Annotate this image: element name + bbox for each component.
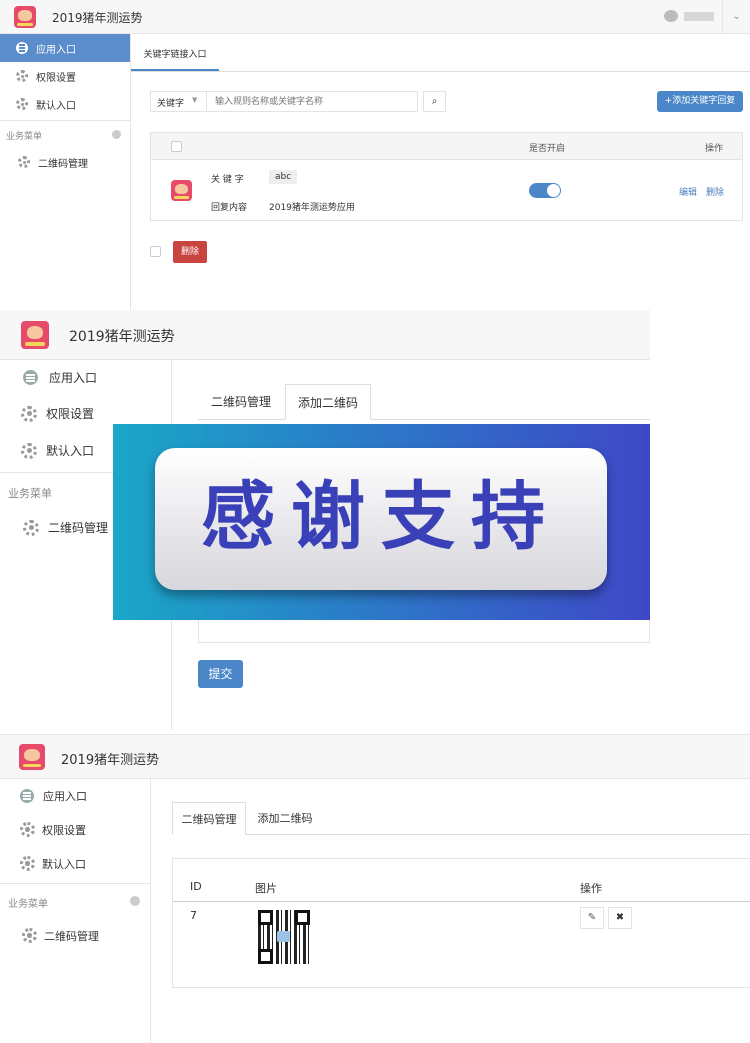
sidebar-item-label: 二维码管理 <box>48 521 109 535</box>
reply-thumbnail <box>171 180 192 201</box>
row-id: 7 <box>190 909 197 922</box>
chat-icon <box>16 42 28 54</box>
delete-link[interactable]: 删除 <box>706 185 724 198</box>
collapse-icon[interactable] <box>112 130 121 139</box>
column-ops: 操作 <box>580 882 602 895</box>
tab-bar: 二维码管理 添加二维码 <box>198 384 650 420</box>
sidebar-item-label: 应用入口 <box>43 789 87 803</box>
panel-qrcode-list: 2019猪年测运势 应用入口 权限设置 默认入口 业务菜单 二维码管理 二维码管… <box>0 734 750 1043</box>
app-header: 2019猪年测运势 <box>0 310 650 360</box>
app-logo <box>21 321 49 349</box>
edit-icon: ✎ <box>587 912 597 923</box>
sidebar-item-qrcode[interactable]: 二维码管理 <box>0 148 130 176</box>
sidebar-item-label: 权限设置 <box>36 72 76 84</box>
app-title: 2019猪年测运势 <box>61 753 160 768</box>
app-title: 2019猪年测运势 <box>69 329 175 345</box>
keyword-value: abc <box>269 170 298 184</box>
sidebar-item-permissions[interactable]: 权限设置 <box>0 62 130 90</box>
column-image: 图片 <box>255 882 277 895</box>
gear-icon <box>18 156 30 168</box>
gear-icon <box>20 856 35 871</box>
sidebar-group-business: 业务菜单 <box>0 120 130 148</box>
gear-icon <box>23 519 39 536</box>
sidebar-item-label: 应用入口 <box>49 371 98 385</box>
column-id: ID <box>190 880 202 893</box>
thanks-banner-text: 感谢支持 <box>201 474 561 560</box>
keyword-table: 是否开启 操作 关 键 字 abc 回复内容 2019猪年测运势应用 编辑 删除 <box>150 132 743 221</box>
sidebar-item-label: 二维码管理 <box>38 158 88 170</box>
sidebar-item-permissions[interactable]: 权限设置 <box>0 813 150 846</box>
thanks-banner: 感谢支持 <box>113 424 650 620</box>
chat-icon <box>20 788 34 803</box>
tab-add-qrcode[interactable]: 添加二维码 <box>285 384 371 420</box>
sidebar-item-default-entry[interactable]: 默认入口 <box>0 847 150 880</box>
sidebar-item-label: 权限设置 <box>42 823 86 837</box>
app-header: 2019猪年测运势 <box>0 734 750 779</box>
sidebar-item-default-entry[interactable]: 默认入口 <box>0 90 130 118</box>
gear-icon <box>16 98 28 110</box>
sidebar-item-app-entry[interactable]: 应用入口 <box>0 779 150 812</box>
sidebar-item-qrcode[interactable]: 二维码管理 <box>0 919 150 952</box>
tab-add-qrcode[interactable]: 添加二维码 <box>248 802 322 835</box>
sidebar-item-label: 应用入口 <box>36 44 76 56</box>
qrcode-table: ID 图片 操作 7 ✎ ✖ <box>172 858 750 988</box>
tab-bar: 关键字链接入口 <box>131 34 750 72</box>
filter-select[interactable]: 关键字 ▼ <box>150 91 207 112</box>
search-input[interactable] <box>207 91 418 112</box>
chevron-down-icon[interactable]: ⌄ <box>722 0 750 34</box>
reply-label: 回复内容 <box>211 203 248 213</box>
user-avatar[interactable] <box>684 12 714 21</box>
app-logo <box>19 744 45 770</box>
sidebar-item-label: 权限设置 <box>46 407 95 421</box>
app-logo <box>14 6 36 28</box>
qrcode-image <box>258 910 310 964</box>
keyword-label: 关 键 字 <box>211 175 244 185</box>
app-title: 2019猪年测运势 <box>52 11 143 25</box>
sidebar-item-label: 默认入口 <box>36 100 76 112</box>
edit-button[interactable]: ✎ <box>580 907 604 929</box>
search-icon: ⌕ <box>431 96 438 107</box>
app-header: 2019猪年测运势 ⌄ <box>0 0 750 34</box>
submit-button[interactable]: 提交 <box>198 660 243 688</box>
chat-icon <box>23 370 38 385</box>
panel-keyword-reply: 2019猪年测运势 ⌄ 应用入口 权限设置 默认入口 业务菜单 二维码管理 关键… <box>0 0 750 310</box>
sidebar-item-label: 二维码管理 <box>44 929 99 943</box>
column-status: 是否开启 <box>529 144 566 154</box>
wechat-icon <box>664 10 678 22</box>
sidebar-item-app-entry[interactable]: 应用入口 <box>0 34 130 62</box>
gear-icon <box>16 70 28 82</box>
sidebar-item-label: 默认入口 <box>42 857 86 871</box>
search-button[interactable]: ⌕ <box>423 91 446 112</box>
gear-icon <box>20 822 35 837</box>
delete-button[interactable]: ✖ <box>608 907 632 929</box>
add-keyword-reply-button[interactable]: +添加关键字回复 <box>657 91 743 112</box>
column-ops: 操作 <box>705 144 724 154</box>
toggle-knob <box>547 184 560 197</box>
tab-bar: 二维码管理 添加二维码 <box>172 802 750 835</box>
caret-down-icon: ▼ <box>192 96 198 104</box>
bulk-select-checkbox[interactable] <box>150 246 161 257</box>
tab-qrcode-manage[interactable]: 二维码管理 <box>172 802 246 835</box>
enabled-toggle[interactable] <box>529 183 561 198</box>
gear-icon <box>22 928 37 943</box>
collapse-icon[interactable] <box>130 896 140 906</box>
close-icon: ✖ <box>615 912 625 923</box>
sidebar-item-app-entry[interactable]: 应用入口 <box>0 360 171 395</box>
gear-icon <box>21 442 37 459</box>
sidebar: 应用入口 权限设置 默认入口 业务菜单 二维码管理 <box>0 779 151 1043</box>
tab-qrcode-manage[interactable]: 二维码管理 <box>198 384 284 420</box>
sidebar-item-label: 默认入口 <box>46 444 95 458</box>
gear-icon <box>21 405 37 422</box>
reply-value: 2019猪年测运势应用 <box>269 203 355 213</box>
sidebar-group-business: 业务菜单 <box>0 883 150 916</box>
sidebar: 应用入口 权限设置 默认入口 业务菜单 二维码管理 <box>0 34 131 310</box>
bulk-delete-button[interactable]: 删除 <box>173 241 207 263</box>
select-all-checkbox[interactable] <box>171 141 182 152</box>
panel-add-qrcode: 2019猪年测运势 应用入口 权限设置 默认入口 业务菜单 二维码管理 二维码管… <box>0 310 650 730</box>
edit-link[interactable]: 编辑 <box>679 185 697 198</box>
thanks-banner-plate: 感谢支持 <box>155 448 607 590</box>
tab-keyword-link[interactable]: 关键字链接入口 <box>131 34 219 71</box>
